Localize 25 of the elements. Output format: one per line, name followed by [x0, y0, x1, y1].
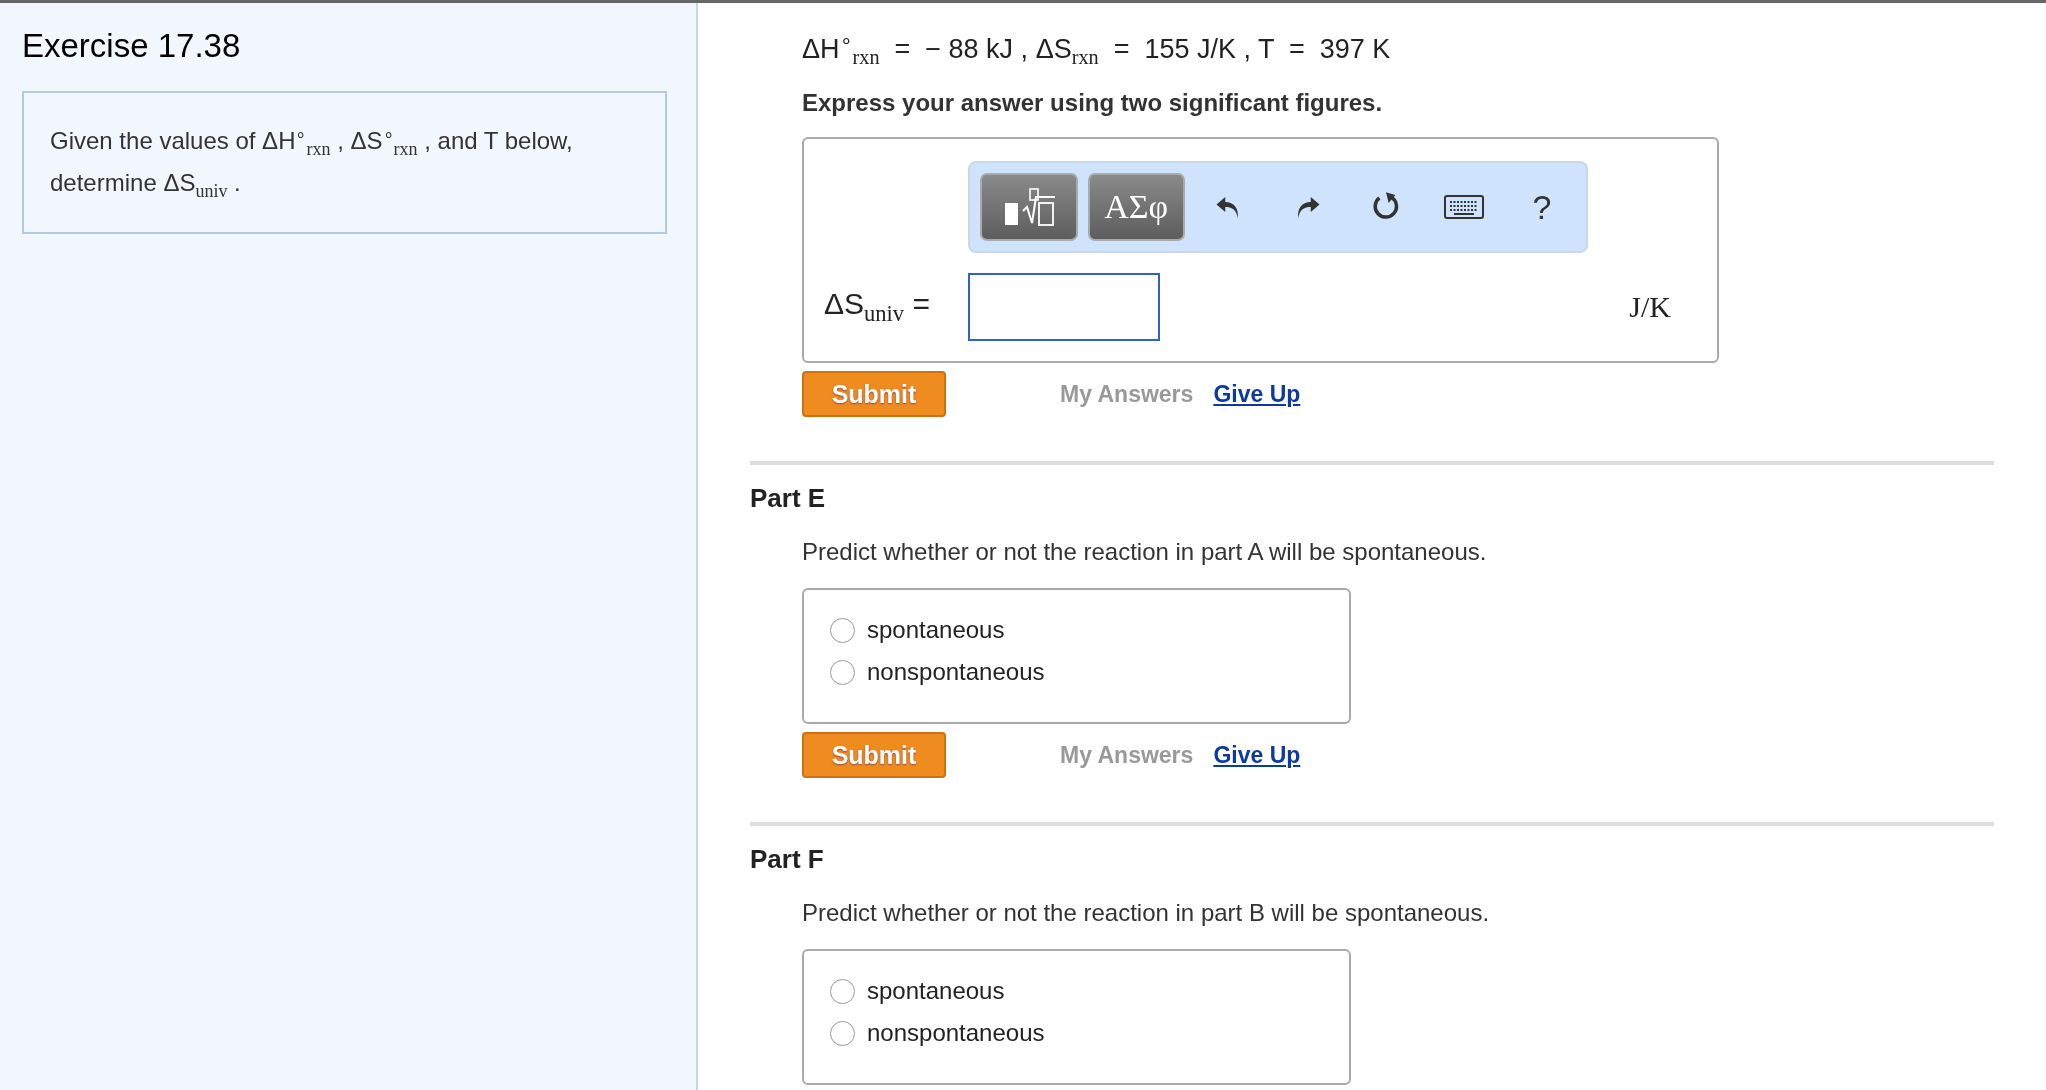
answer-field[interactable] [968, 273, 1160, 342]
option-label[interactable]: spontaneous [867, 977, 1005, 1006]
radio-button[interactable] [830, 659, 855, 685]
give-up-link[interactable]: Give Up [1213, 380, 1301, 408]
exercise-title: Exercise 17.38 [22, 27, 242, 65]
answer-label: ΔS$_{univ}$ = [824, 287, 931, 328]
templates-button[interactable] [980, 173, 1078, 242]
radio-button[interactable] [830, 1020, 855, 1046]
problem-statement: Given the values of ΔH$^{∘}$$_{rxn}$ , ΔS$^{∘}$$_{rxn}$ , and T below, determine ΔS$_{univ}$ . [50, 123, 574, 203]
keyboard-icon [1443, 195, 1484, 220]
help-button[interactable]: ? [1507, 173, 1576, 242]
option-label[interactable]: spontaneous [867, 616, 1005, 645]
part-heading: Part F [750, 844, 825, 876]
instruction-text: Express your answer using two significant figures. [802, 89, 1384, 118]
symbols-button[interactable]: ΑΣφ [1087, 173, 1186, 242]
option-label[interactable]: nonspontaneous [867, 658, 1045, 687]
radio-button[interactable] [830, 617, 855, 643]
radio-button[interactable] [830, 978, 855, 1004]
part-heading: Part E [750, 483, 827, 515]
question-text: Predict whether or not the reaction in part B will be spontaneous. [802, 899, 1491, 928]
unit-label: J/K [1629, 290, 1671, 325]
question-text: Predict whether or not the reaction in part A will be spontaneous. [802, 538, 1488, 567]
given-values: ΔH$^{∘}$$_{rxn}$ = − 88 kJ , ΔS$_{rxn}$ = 155 J/K , T = 397 K [802, 29, 1392, 70]
give-up-link[interactable]: Give Up [1213, 741, 1301, 769]
option-label[interactable]: nonspontaneous [867, 1019, 1045, 1048]
